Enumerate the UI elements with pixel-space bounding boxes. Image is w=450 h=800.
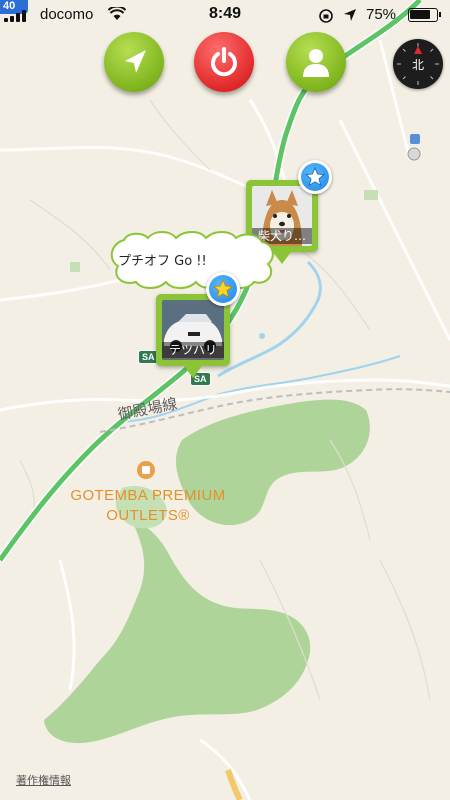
pin-label: テツハリ (162, 342, 224, 358)
copyright-link[interactable]: 著作権情報 (16, 772, 71, 788)
battery-percent: 75% (366, 6, 397, 23)
star-icon (305, 167, 325, 187)
place-label-line: GOTEMBA PREMIUM (70, 487, 226, 504)
speech-bubble[interactable]: プチオフ Go !! (108, 230, 274, 289)
navigation-arrow-icon (125, 50, 146, 73)
map-screen: 40 SA SA GOTEMBA PREMIUM OUTLETS® 御殿場線 d… (0, 0, 450, 800)
bubble-text: プチオフ Go !! (118, 254, 207, 269)
power-icon (211, 47, 237, 77)
place-label[interactable]: GOTEMBA PREMIUM OUTLETS® (60, 486, 236, 526)
person-icon (303, 49, 329, 77)
rail-station-icon (410, 134, 420, 144)
power-button[interactable] (194, 32, 254, 92)
compass-button[interactable]: 北 (393, 39, 443, 89)
compass-north-label: 北 (411, 58, 424, 72)
navigate-button[interactable] (104, 32, 164, 92)
star-icon (213, 279, 233, 299)
place-label-line: OUTLETS® (106, 507, 190, 524)
profile-button[interactable] (286, 32, 346, 92)
pin-tail (184, 366, 202, 378)
favorite-badge[interactable] (206, 272, 240, 306)
favorite-badge[interactable] (298, 160, 332, 194)
battery-icon (408, 8, 441, 22)
map-view[interactable]: 40 (0, 0, 450, 800)
status-bar: docomo 8:49 75% (0, 0, 450, 34)
station-icon (407, 147, 421, 161)
location-arrow-icon (344, 9, 356, 21)
orientation-lock-icon (319, 9, 333, 23)
